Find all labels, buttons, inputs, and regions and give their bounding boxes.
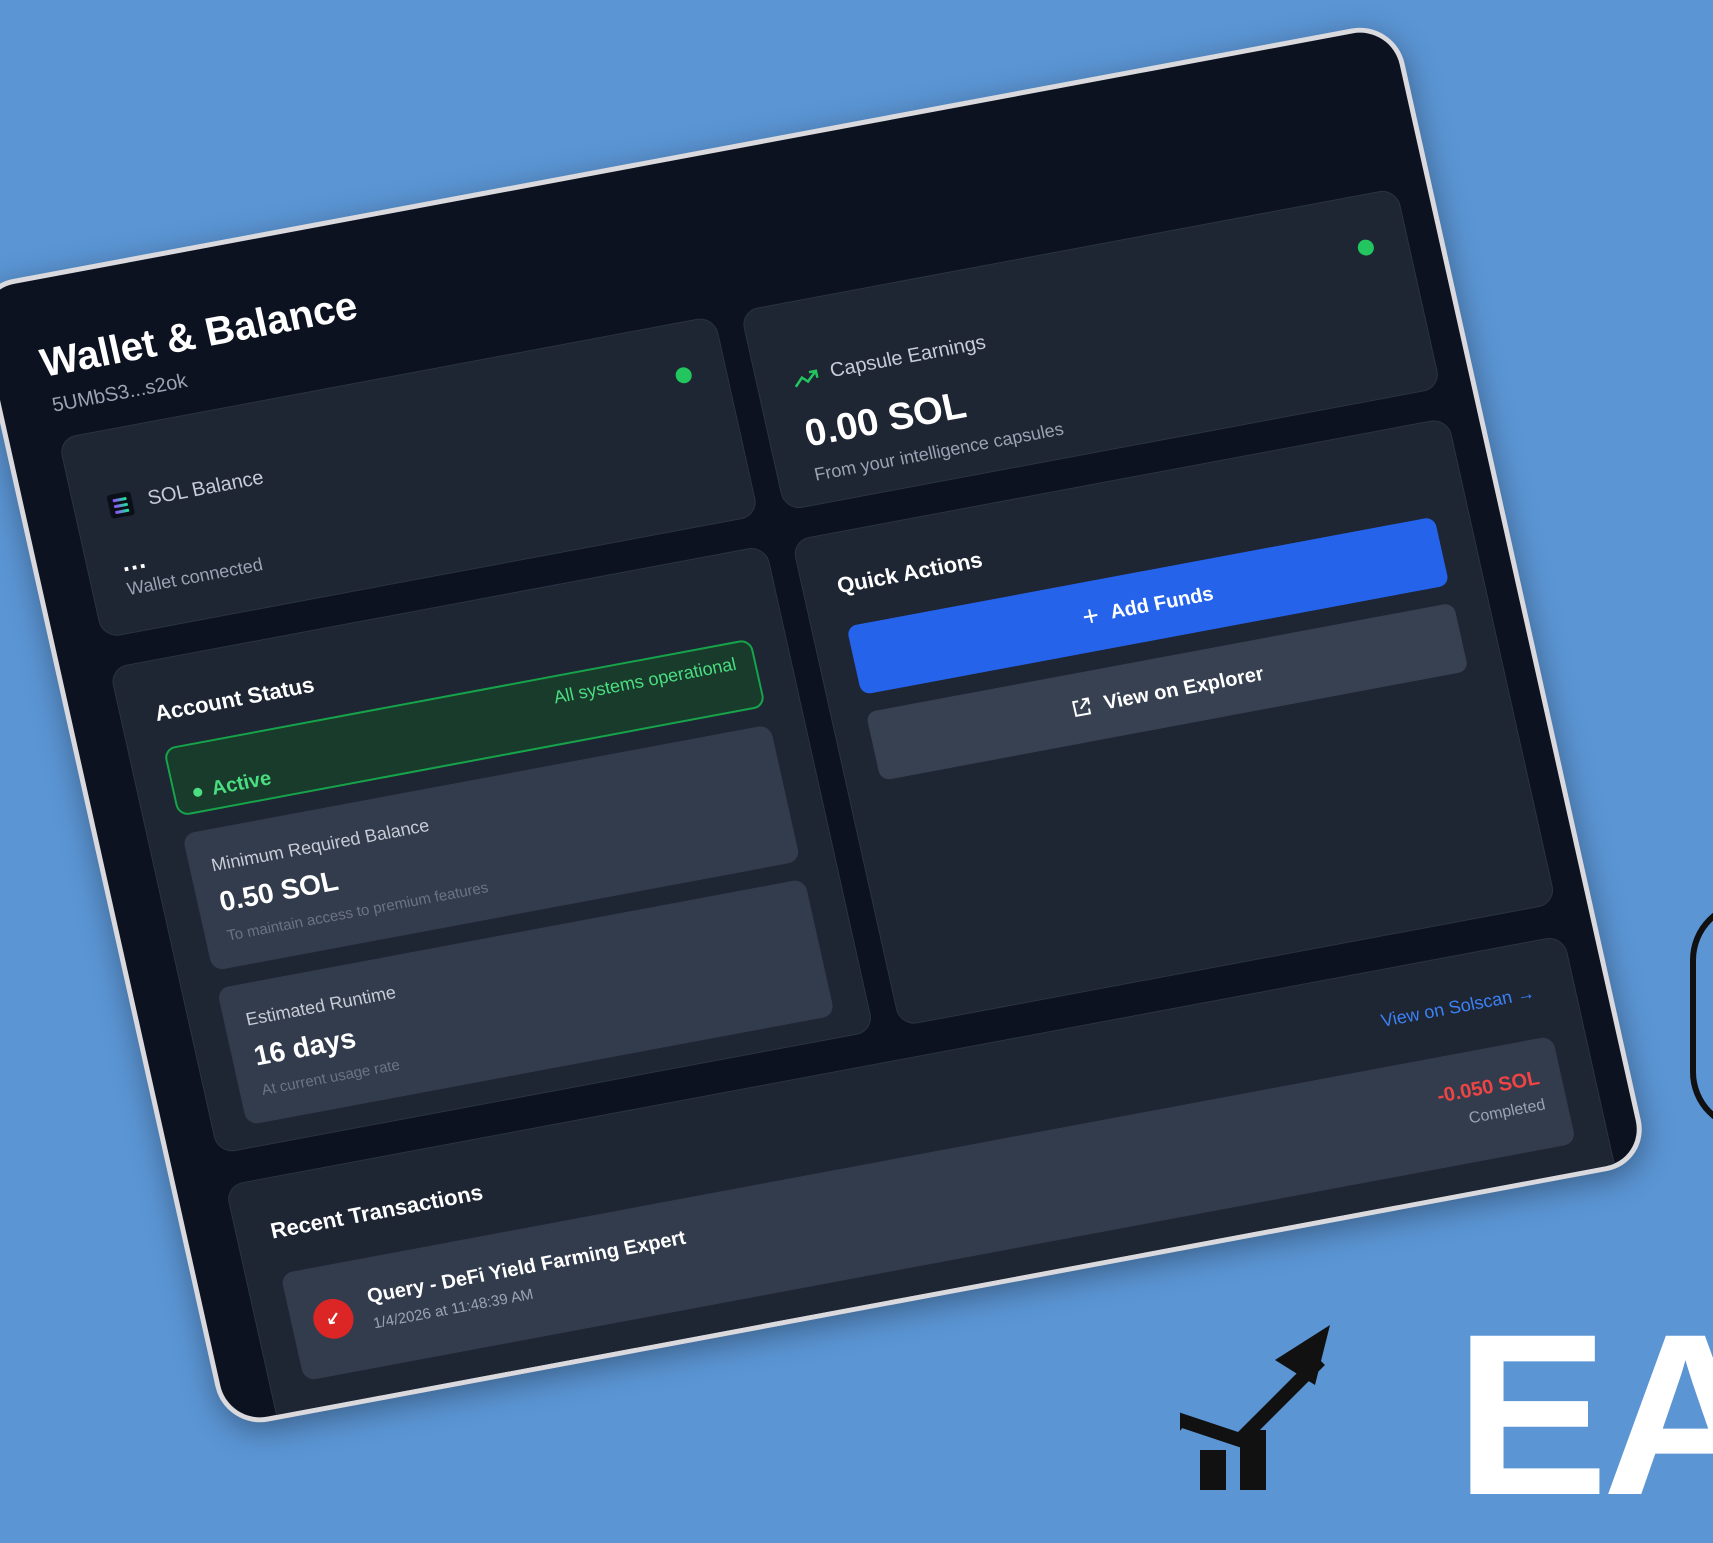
- account-status-card: Account Status Active All systems operat…: [109, 545, 875, 1155]
- plus-icon: +: [1079, 599, 1103, 633]
- estimated-runtime-value: 16 days: [250, 1022, 359, 1072]
- view-on-solscan-link[interactable]: View on Solscan →: [1379, 983, 1537, 1032]
- account-active-status: Active: [191, 767, 274, 804]
- arrow-down-left-icon: ↙: [309, 1295, 358, 1343]
- status-dot-icon: [1356, 238, 1376, 257]
- estimated-runtime-label: Estimated Runtime: [243, 982, 398, 1030]
- quick-actions-card: Quick Actions + Add Funds View on Explor…: [791, 417, 1557, 1027]
- sol-balance-label: SOL Balance: [145, 466, 266, 510]
- sol-balance-value: ...: [118, 543, 149, 578]
- brand-logo-text: EA: [1455, 1286, 1713, 1543]
- add-funds-label: Add Funds: [1108, 582, 1216, 624]
- capsule-earnings-label: Capsule Earnings: [827, 331, 988, 382]
- solana-logo-icon: [106, 491, 136, 519]
- status-dot-icon: [674, 365, 694, 385]
- account-status-title: Account Status: [152, 671, 317, 726]
- wallet-panel: Wallet & Balance 5UMbS3...s2ok SOL Balan…: [0, 20, 1651, 1430]
- background-decoration: [1690, 900, 1713, 1132]
- page-title: Wallet & Balance: [36, 283, 362, 386]
- view-on-explorer-label: View on Explorer: [1101, 662, 1266, 714]
- quick-actions-title: Quick Actions: [834, 546, 985, 599]
- external-link-icon: [1072, 697, 1092, 718]
- recent-transactions-title: Recent Transactions: [268, 1179, 486, 1244]
- trending-up-icon: [794, 369, 819, 388]
- systems-status-note: All systems operational: [551, 653, 739, 708]
